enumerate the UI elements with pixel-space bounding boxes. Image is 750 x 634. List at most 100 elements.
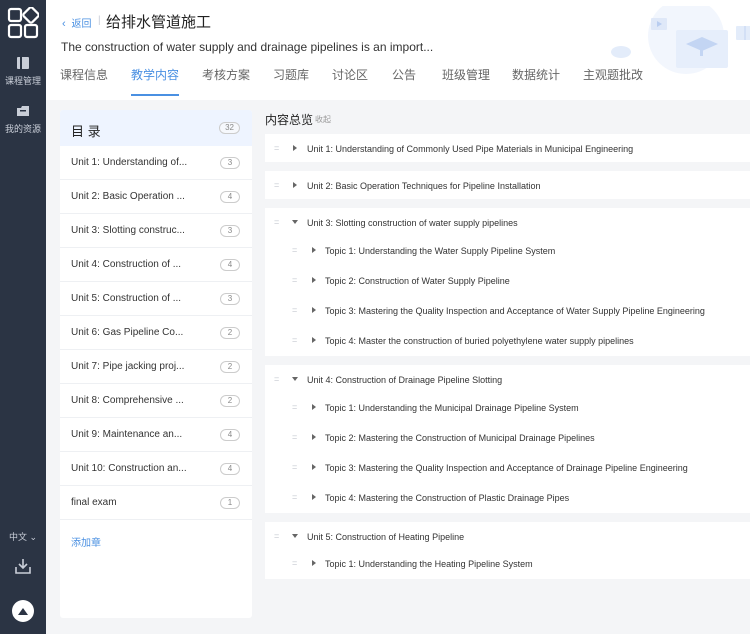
toc-item-unit-2[interactable]: Unit 2: Basic Operation ... 4 — [60, 180, 252, 214]
drag-handle-icon[interactable]: = — [274, 217, 279, 227]
toc-item-unit-9[interactable]: Unit 9: Maintenance an... 4 — [60, 418, 252, 452]
caret-right-icon[interactable] — [312, 277, 316, 283]
drag-handle-icon[interactable]: = — [292, 335, 297, 345]
topic-label: Topic 2: Mastering the Construction of M… — [325, 433, 595, 443]
caret-right-icon[interactable] — [312, 337, 316, 343]
toc-item-unit-8[interactable]: Unit 8: Comprehensive ... 2 — [60, 384, 252, 418]
toc-item-unit-5[interactable]: Unit 5: Construction of ... 3 — [60, 282, 252, 316]
toc-item-label: final exam — [71, 497, 117, 508]
toc-item-label: Unit 9: Maintenance an... — [71, 429, 183, 440]
tab-question-bank[interactable]: 习题库 — [273, 68, 309, 96]
unit-row[interactable]: = Unit 1: Understanding of Commonly Used… — [265, 134, 750, 162]
drag-handle-icon[interactable]: = — [292, 402, 297, 412]
toc-item-unit-7[interactable]: Unit 7: Pipe jacking proj... 2 — [60, 350, 252, 384]
toc-item-label: Unit 7: Pipe jacking proj... — [71, 361, 185, 372]
sidebar-item-course-management[interactable]: 课程管理 — [0, 56, 46, 87]
topic-row[interactable]: = Topic 4: Mastering the Construction of… — [265, 483, 750, 513]
toc-item-count: 4 — [220, 463, 240, 475]
caret-right-icon[interactable] — [312, 494, 316, 500]
tab-subjective-grading[interactable]: 主观题批改 — [583, 68, 643, 96]
toc-item-count: 3 — [220, 293, 240, 305]
toc-item-label: Unit 1: Understanding of... — [71, 157, 188, 168]
toc-title: 目 录 — [71, 124, 101, 139]
unit-block: = Unit 5: Construction of Heating Pipeli… — [265, 522, 750, 579]
toc-item-unit-10[interactable]: Unit 10: Construction an... 4 — [60, 452, 252, 486]
topic-row[interactable]: = Topic 2: Construction of Water Supply … — [265, 266, 750, 296]
course-description: The construction of water supply and dra… — [61, 40, 434, 54]
unit-block: = Unit 3: Slotting construction of water… — [265, 208, 750, 356]
page-title: 给排水管道施工 — [106, 14, 212, 31]
caret-right-icon[interactable] — [312, 560, 316, 566]
tab-announcement[interactable]: 公告 — [392, 68, 416, 96]
topic-row[interactable]: = Topic 1: Understanding the Municipal D… — [265, 393, 750, 423]
caret-down-icon[interactable] — [292, 534, 298, 538]
caret-right-icon[interactable] — [293, 182, 297, 188]
folder-icon — [17, 106, 29, 116]
caret-right-icon[interactable] — [312, 464, 316, 470]
tab-discussion[interactable]: 讨论区 — [332, 68, 368, 96]
course-header: ‹ 返回 | 给排水管道施工 The construction of water… — [46, 0, 750, 100]
unit-row[interactable]: = Unit 4: Construction of Drainage Pipel… — [265, 365, 750, 393]
table-of-contents: 目 录 32 Unit 1: Understanding of... 3 Unit… — [60, 110, 252, 618]
topic-row[interactable]: = Topic 2: Mastering the Construction of… — [265, 423, 750, 453]
drag-handle-icon[interactable]: = — [274, 180, 279, 190]
unit-label: Unit 1: Understanding of Commonly Used P… — [307, 144, 634, 154]
caret-right-icon[interactable] — [312, 404, 316, 410]
drag-handle-icon[interactable]: = — [274, 374, 279, 384]
drag-handle-icon[interactable]: = — [292, 245, 297, 255]
unit-row[interactable]: = Unit 3: Slotting construction of water… — [265, 208, 750, 236]
unit-row[interactable]: = Unit 2: Basic Operation Techniques for… — [265, 171, 750, 199]
topic-label: Topic 3: Mastering the Quality Inspectio… — [325, 463, 688, 473]
sidebar-item-my-resources[interactable]: 我的资源 — [0, 104, 46, 135]
add-chapter-button[interactable]: 添加章 — [71, 534, 101, 549]
drag-handle-icon[interactable]: = — [274, 143, 279, 153]
tab-teaching-content[interactable]: 教学内容 — [121, 68, 189, 96]
unit-block: = Unit 2: Basic Operation Techniques for… — [265, 171, 750, 199]
drag-handle-icon[interactable]: = — [292, 432, 297, 442]
chevron-left-icon: ‹ — [62, 18, 66, 30]
topic-label: Topic 4: Mastering the Construction of P… — [325, 493, 570, 503]
toc-item-count: 3 — [220, 225, 240, 237]
topic-label: Topic 2: Construction of Water Supply Pi… — [325, 276, 510, 286]
caret-right-icon[interactable] — [312, 434, 316, 440]
unit-row[interactable]: = Unit 5: Construction of Heating Pipeli… — [265, 522, 750, 550]
topic-label: Topic 3: Mastering the Quality Inspectio… — [325, 306, 705, 316]
topic-row[interactable]: = Topic 1: Understanding the Water Suppl… — [265, 236, 750, 266]
download-icon[interactable] — [14, 557, 32, 575]
toc-item-final-exam[interactable]: final exam 1 — [60, 486, 252, 520]
caret-right-icon[interactable] — [312, 247, 316, 253]
caret-down-icon[interactable] — [292, 377, 298, 381]
drag-handle-icon[interactable]: = — [274, 531, 279, 541]
course-tabs: 课程信息 教学内容 考核方案 习题库 讨论区 公告 班级管理 数据统计 主观题批… — [46, 68, 750, 96]
drag-handle-icon[interactable]: = — [292, 462, 297, 472]
topic-row[interactable]: = Topic 4: Master the construction of bu… — [265, 326, 750, 356]
drag-handle-icon[interactable]: = — [292, 558, 297, 568]
tab-data-statistics[interactable]: 数据统计 — [512, 68, 560, 96]
toc-total-badge: 32 — [219, 122, 240, 134]
sidebar-item-label: 我的资源 — [4, 124, 41, 134]
toc-item-count: 2 — [220, 327, 240, 339]
caret-right-icon[interactable] — [293, 145, 297, 151]
avatar[interactable] — [12, 600, 34, 622]
toc-item-unit-4[interactable]: Unit 4: Construction of ... 4 — [60, 248, 252, 282]
back-link[interactable]: ‹ 返回 — [62, 15, 91, 30]
toc-item-unit-6[interactable]: Unit 6: Gas Pipeline Co... 2 — [60, 316, 252, 350]
caret-right-icon[interactable] — [312, 307, 316, 313]
toc-item-unit-3[interactable]: Unit 3: Slotting construc... 3 — [60, 214, 252, 248]
drag-handle-icon[interactable]: = — [292, 492, 297, 502]
tab-course-info[interactable]: 课程信息 — [60, 68, 108, 96]
drag-handle-icon[interactable]: = — [292, 305, 297, 315]
topic-row[interactable]: = Topic 1: Understanding the Heating Pip… — [265, 550, 750, 579]
topic-row[interactable]: = Topic 3: Mastering the Quality Inspect… — [265, 296, 750, 326]
topic-row[interactable]: = Topic 3: Mastering the Quality Inspect… — [265, 453, 750, 483]
collapse-all-button[interactable]: 收起 — [315, 114, 331, 125]
caret-down-icon[interactable] — [292, 220, 298, 224]
unit-label: Unit 4: Construction of Drainage Pipelin… — [307, 375, 503, 385]
tab-class-management[interactable]: 班级管理 — [442, 68, 490, 96]
toc-item-unit-1[interactable]: Unit 1: Understanding of... 3 — [60, 146, 252, 180]
tab-assessment-plan[interactable]: 考核方案 — [202, 68, 250, 96]
app-logo[interactable] — [7, 7, 39, 39]
unit-label: Unit 3: Slotting construction of water s… — [307, 218, 518, 228]
language-switcher[interactable]: 中文 ⌄ — [0, 530, 46, 543]
drag-handle-icon[interactable]: = — [292, 275, 297, 285]
